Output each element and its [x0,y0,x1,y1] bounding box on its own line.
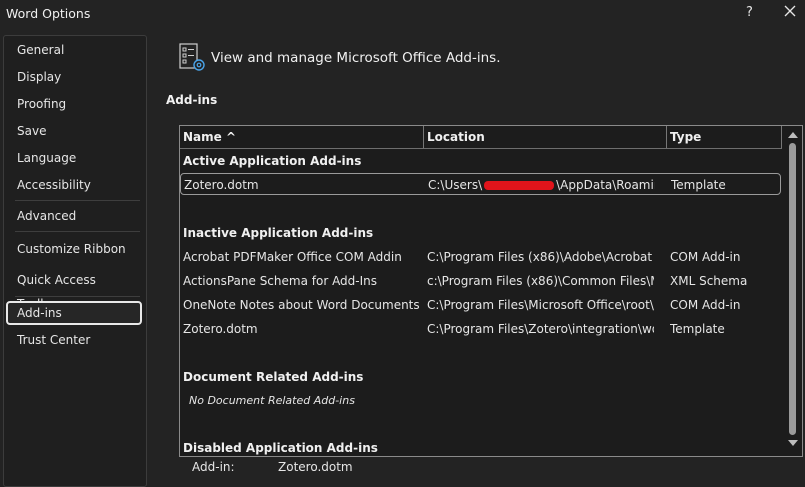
sidebar-item-quick-access-toolbar[interactable]: Quick Access Toolbar [6,268,142,311]
empty-message: No Document Related Add-ins [189,394,355,407]
sidebar-divider [15,296,140,297]
addin-location: c:\Program Files (x86)\Common Files\Micr [427,274,654,288]
group-title-document: Document Related Add-ins [183,370,364,384]
header-divider [180,148,782,149]
addin-type: Template [671,178,726,192]
sidebar-item-accessibility[interactable]: Accessibility [6,173,142,197]
section-title: Add-ins [166,93,218,107]
addin-location: C:\Program Files\Microsoft Office\root\O… [427,298,654,312]
addin-detail-label: Add-in: [192,460,235,474]
vertical-scrollbar[interactable] [785,126,800,456]
table-row[interactable]: Zotero.dotm C:\Program Files\Zotero\inte… [180,318,782,340]
sidebar-item-advanced[interactable]: Advanced [6,204,142,228]
sidebar-item-trust-center[interactable]: Trust Center [6,328,142,352]
table-row[interactable]: Acrobat PDFMaker Office COM Addin C:\Pro… [180,246,782,268]
addin-location: C:\Program Files (x86)\Adobe\Acrobat DC [427,250,654,264]
table-row[interactable]: OneNote Notes about Word Documents C:\Pr… [180,294,782,316]
addin-name: Zotero.dotm [184,178,259,192]
addins-table: Name ^ Location Type Active Application … [179,125,803,457]
redaction-mark [484,181,555,190]
table-row[interactable]: Zotero.dotm C:\Users\\AppData\Roaming Te… [180,173,781,195]
scrollbar-thumb[interactable] [789,143,796,435]
close-icon[interactable] [782,3,798,19]
addin-type: Template [670,322,725,336]
sidebar-nav: General Display Proofing Save Language A… [3,35,147,487]
addin-detail-value: Zotero.dotm [278,460,353,474]
addin-name: ActionsPane Schema for Add-Ins [183,274,378,288]
sidebar-item-general[interactable]: General [6,38,142,62]
addin-location: C:\Program Files\Zotero\integration\word [427,322,654,336]
sidebar-item-language[interactable]: Language [6,146,142,170]
column-header-type[interactable]: Type [667,126,782,148]
addin-name: OneNote Notes about Word Documents [183,298,420,312]
title-bar: Word Options ? [0,0,805,28]
scroll-down-icon[interactable] [788,440,798,446]
sidebar-divider [15,200,140,201]
group-title-inactive: Inactive Application Add-ins [183,226,374,240]
addin-type: COM Add-in [670,250,741,264]
sidebar-item-save[interactable]: Save [6,119,142,143]
addins-gear-icon [179,43,205,71]
page-heading: View and manage Microsoft Office Add-ins… [211,50,501,66]
window-title: Word Options [6,6,91,21]
group-title-disabled: Disabled Application Add-ins [183,441,378,455]
addin-name: Zotero.dotm [183,322,258,336]
addin-type: COM Add-in [670,298,741,312]
column-header-location[interactable]: Location [424,126,667,148]
table-row[interactable]: ActionsPane Schema for Add-Ins c:\Progra… [180,270,782,292]
scroll-up-icon[interactable] [788,132,798,138]
sidebar-item-proofing[interactable]: Proofing [6,92,142,116]
sidebar-item-display[interactable]: Display [6,65,142,89]
column-header-name[interactable]: Name ^ [180,126,424,148]
sidebar-divider [15,231,140,232]
help-button[interactable]: ? [746,5,753,20]
sidebar-item-add-ins[interactable]: Add-ins [6,301,142,325]
addin-name: Acrobat PDFMaker Office COM Addin [183,250,402,264]
group-title-active: Active Application Add-ins [183,154,362,168]
addin-type: XML Schema [670,274,748,288]
addin-location: C:\Users\\AppData\Roaming [428,178,655,192]
sidebar-item-customize-ribbon[interactable]: Customize Ribbon [6,237,142,261]
